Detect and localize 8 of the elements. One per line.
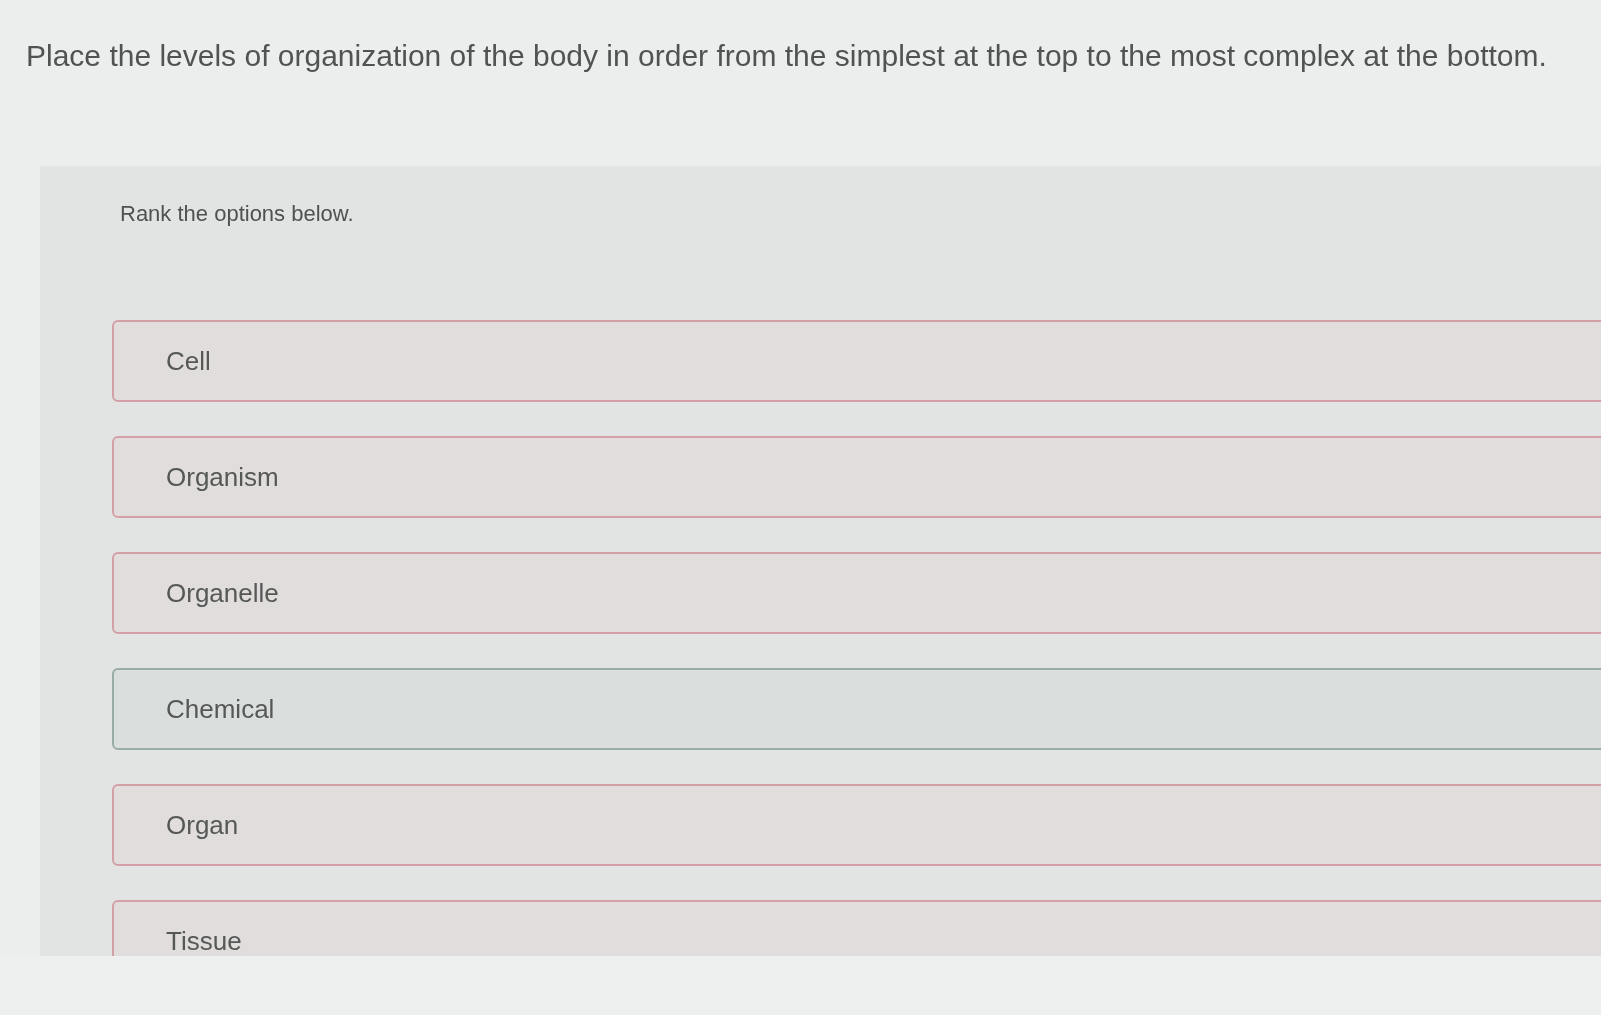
rank-option[interactable]: Cell [112,320,1601,402]
rank-option[interactable]: Tissue [112,900,1601,956]
rank-option[interactable]: Chemical [112,668,1601,750]
rank-option[interactable]: Organ [112,784,1601,866]
instruction-text: Rank the options below. [120,200,354,228]
rank-option[interactable]: Organelle [112,552,1601,634]
rank-option[interactable]: Organism [112,436,1601,518]
question-prompt: Place the levels of organization of the body in order from the simplest at the top to the most complex at the bottom. [26,38,1547,74]
